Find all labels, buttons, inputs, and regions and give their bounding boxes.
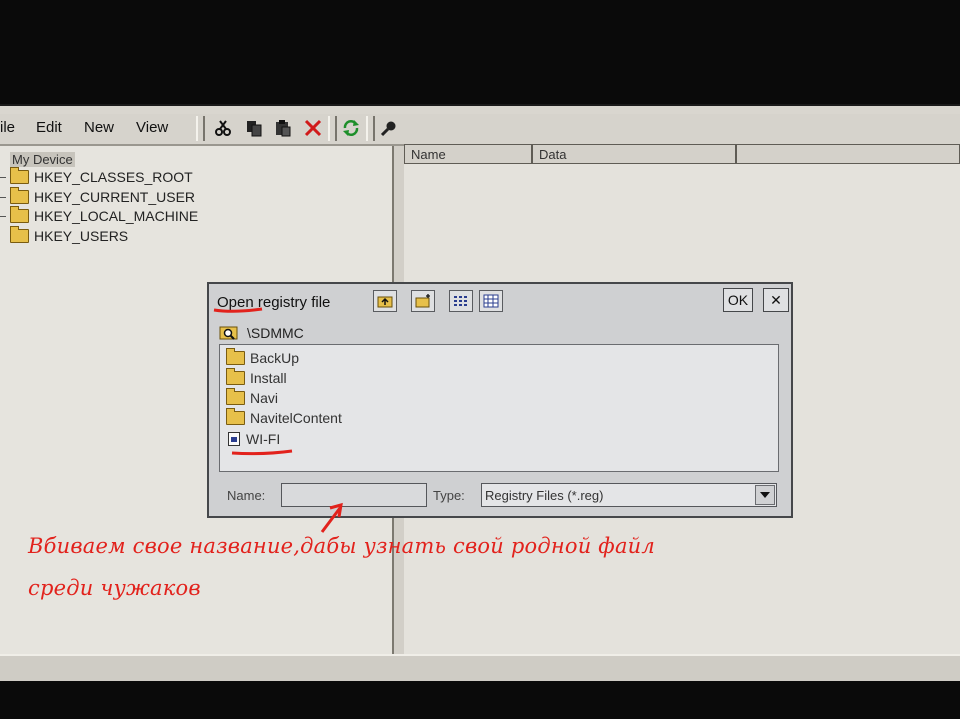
folder-icon [10, 167, 29, 184]
column-header-data[interactable]: Data [532, 144, 736, 164]
dialog-title: Open registry file [217, 294, 331, 311]
list-item-navitelcontent[interactable]: NavitelContent [226, 408, 342, 427]
folder-icon [226, 348, 245, 365]
name-input[interactable] [281, 483, 427, 507]
find-icon[interactable] [378, 117, 400, 139]
tree-item-hkey-classes-root[interactable]: HKEY_CLASSES_ROOT [0, 167, 193, 186]
details-view-icon[interactable] [479, 290, 503, 312]
type-select[interactable]: Registry Files (*.reg) [481, 483, 777, 507]
list-item-wi-fi[interactable]: WI-FI [226, 430, 280, 448]
toolbar-separator [328, 116, 337, 141]
registry-file-icon [228, 432, 240, 446]
menu-file[interactable]: ile [0, 119, 15, 136]
column-header-empty [736, 144, 960, 164]
folder-icon [10, 226, 29, 243]
menu-view[interactable]: View [136, 119, 168, 136]
status-bar [0, 654, 960, 681]
paste-icon[interactable] [272, 117, 294, 139]
type-label: Type: [433, 488, 465, 503]
copy-icon[interactable] [243, 117, 265, 139]
chevron-down-icon[interactable] [755, 485, 775, 505]
menu-bar: ile Edit New View [0, 114, 960, 146]
menu-edit[interactable]: Edit [36, 119, 62, 136]
path-label: \SDMMC [247, 325, 304, 341]
toolbar-separator-2 [366, 116, 375, 141]
tree-item-hkey-local-machine[interactable]: HKEY_LOCAL_MACHINE [0, 206, 198, 225]
annotation-line-1: Вбиваем свое название,дабы узнать свой р… [28, 534, 655, 558]
name-label: Name: [227, 488, 266, 503]
delete-icon[interactable] [302, 117, 324, 139]
file-list: BackUp Install Navi NavitelContent WI-FI [219, 344, 779, 472]
folder-icon [226, 368, 245, 385]
current-path: \SDMMC [219, 322, 304, 344]
annotation-line-2: среди чужаков [28, 576, 201, 600]
type-select-value: Registry Files (*.reg) [485, 487, 604, 503]
tree-root-my-device[interactable]: My Device [10, 152, 75, 167]
folder-icon [10, 206, 29, 223]
cut-icon[interactable] [212, 117, 234, 139]
new-folder-icon[interactable] [411, 290, 435, 312]
list-view-icon[interactable] [449, 290, 473, 312]
open-registry-dialog: Open registry file OK ✕ \SDMMC BackUp In… [207, 282, 793, 518]
ok-button[interactable]: OK [723, 288, 753, 312]
menu-new[interactable]: New [84, 119, 114, 136]
close-button[interactable]: ✕ [763, 288, 789, 312]
registry-editor-window: ile Edit New View My Device HKEY_CLASSES… [0, 104, 960, 681]
tree-item-hkey-users[interactable]: HKEY_USERS [0, 226, 128, 245]
column-header-name[interactable]: Name [404, 144, 532, 164]
toolbar-grip [196, 116, 205, 141]
folder-icon [10, 187, 29, 204]
drive-search-icon [219, 326, 238, 340]
folder-icon [226, 408, 245, 425]
folder-icon [226, 388, 245, 405]
tree-item-hkey-current-user[interactable]: HKEY_CURRENT_USER [0, 187, 195, 206]
list-item-install[interactable]: Install [226, 368, 287, 387]
list-item-navi[interactable]: Navi [226, 388, 278, 407]
up-folder-icon[interactable] [373, 290, 397, 312]
refresh-icon[interactable] [340, 117, 362, 139]
list-item-backup[interactable]: BackUp [226, 348, 299, 367]
